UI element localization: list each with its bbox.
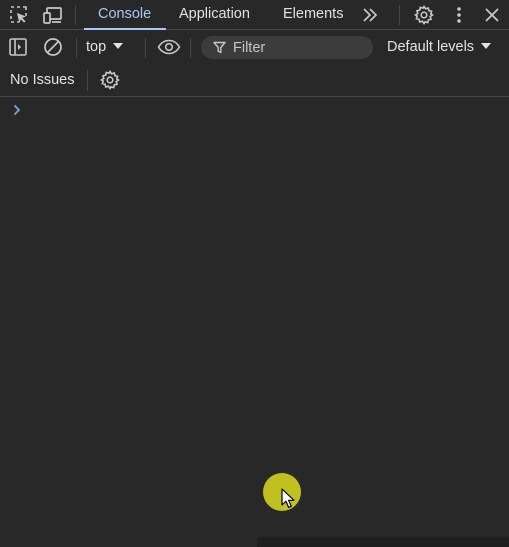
tab-elements[interactable]: Elements bbox=[283, 0, 343, 30]
context-value: top bbox=[86, 39, 107, 55]
console-toolbar: top Default levels bbox=[0, 31, 509, 64]
kebab-menu-icon[interactable] bbox=[447, 3, 471, 27]
chevron-double-right-icon[interactable] bbox=[358, 3, 382, 27]
mouse-pointer-icon bbox=[281, 488, 295, 508]
tooltip-edge bbox=[257, 537, 509, 547]
caret-down-icon bbox=[113, 43, 124, 49]
toolbar-divider bbox=[76, 38, 77, 58]
chevron-right-icon bbox=[13, 104, 21, 116]
tab-application[interactable]: Application bbox=[179, 0, 250, 30]
filter-input[interactable] bbox=[233, 39, 363, 56]
toolbar-divider-3 bbox=[190, 38, 191, 58]
sidebar-toggle-icon[interactable] bbox=[6, 35, 30, 59]
inspect-element-icon[interactable] bbox=[7, 3, 31, 27]
gear-icon[interactable] bbox=[98, 68, 122, 92]
caret-down-icon bbox=[481, 43, 492, 49]
tab-console[interactable]: Console bbox=[98, 0, 151, 30]
tab-bar-divider bbox=[75, 5, 76, 25]
device-toolbar-icon[interactable] bbox=[41, 3, 65, 27]
console-output-area[interactable] bbox=[0, 97, 509, 547]
issues-counter[interactable]: No Issues bbox=[10, 70, 74, 90]
toolbar-divider-2 bbox=[145, 38, 146, 58]
eye-icon[interactable] bbox=[156, 35, 182, 59]
levels-value: Default levels bbox=[387, 39, 475, 55]
devtools-window: Console Application Elements top Filter … bbox=[0, 0, 509, 547]
issues-bar: No Issues bbox=[0, 64, 509, 97]
log-levels-select[interactable]: Default levels bbox=[387, 36, 492, 58]
javascript-context-select[interactable]: top bbox=[86, 36, 124, 58]
devtools-tab-bar: Console Application Elements bbox=[0, 0, 509, 30]
clear-console-icon[interactable] bbox=[41, 35, 65, 59]
gear-icon[interactable] bbox=[412, 3, 436, 27]
issues-divider bbox=[87, 70, 88, 91]
active-tab-indicator bbox=[84, 28, 166, 30]
filter-icon bbox=[213, 41, 226, 54]
filter-box[interactable] bbox=[201, 36, 373, 59]
tab-bar-divider-right bbox=[399, 5, 400, 25]
close-icon[interactable] bbox=[480, 3, 504, 27]
